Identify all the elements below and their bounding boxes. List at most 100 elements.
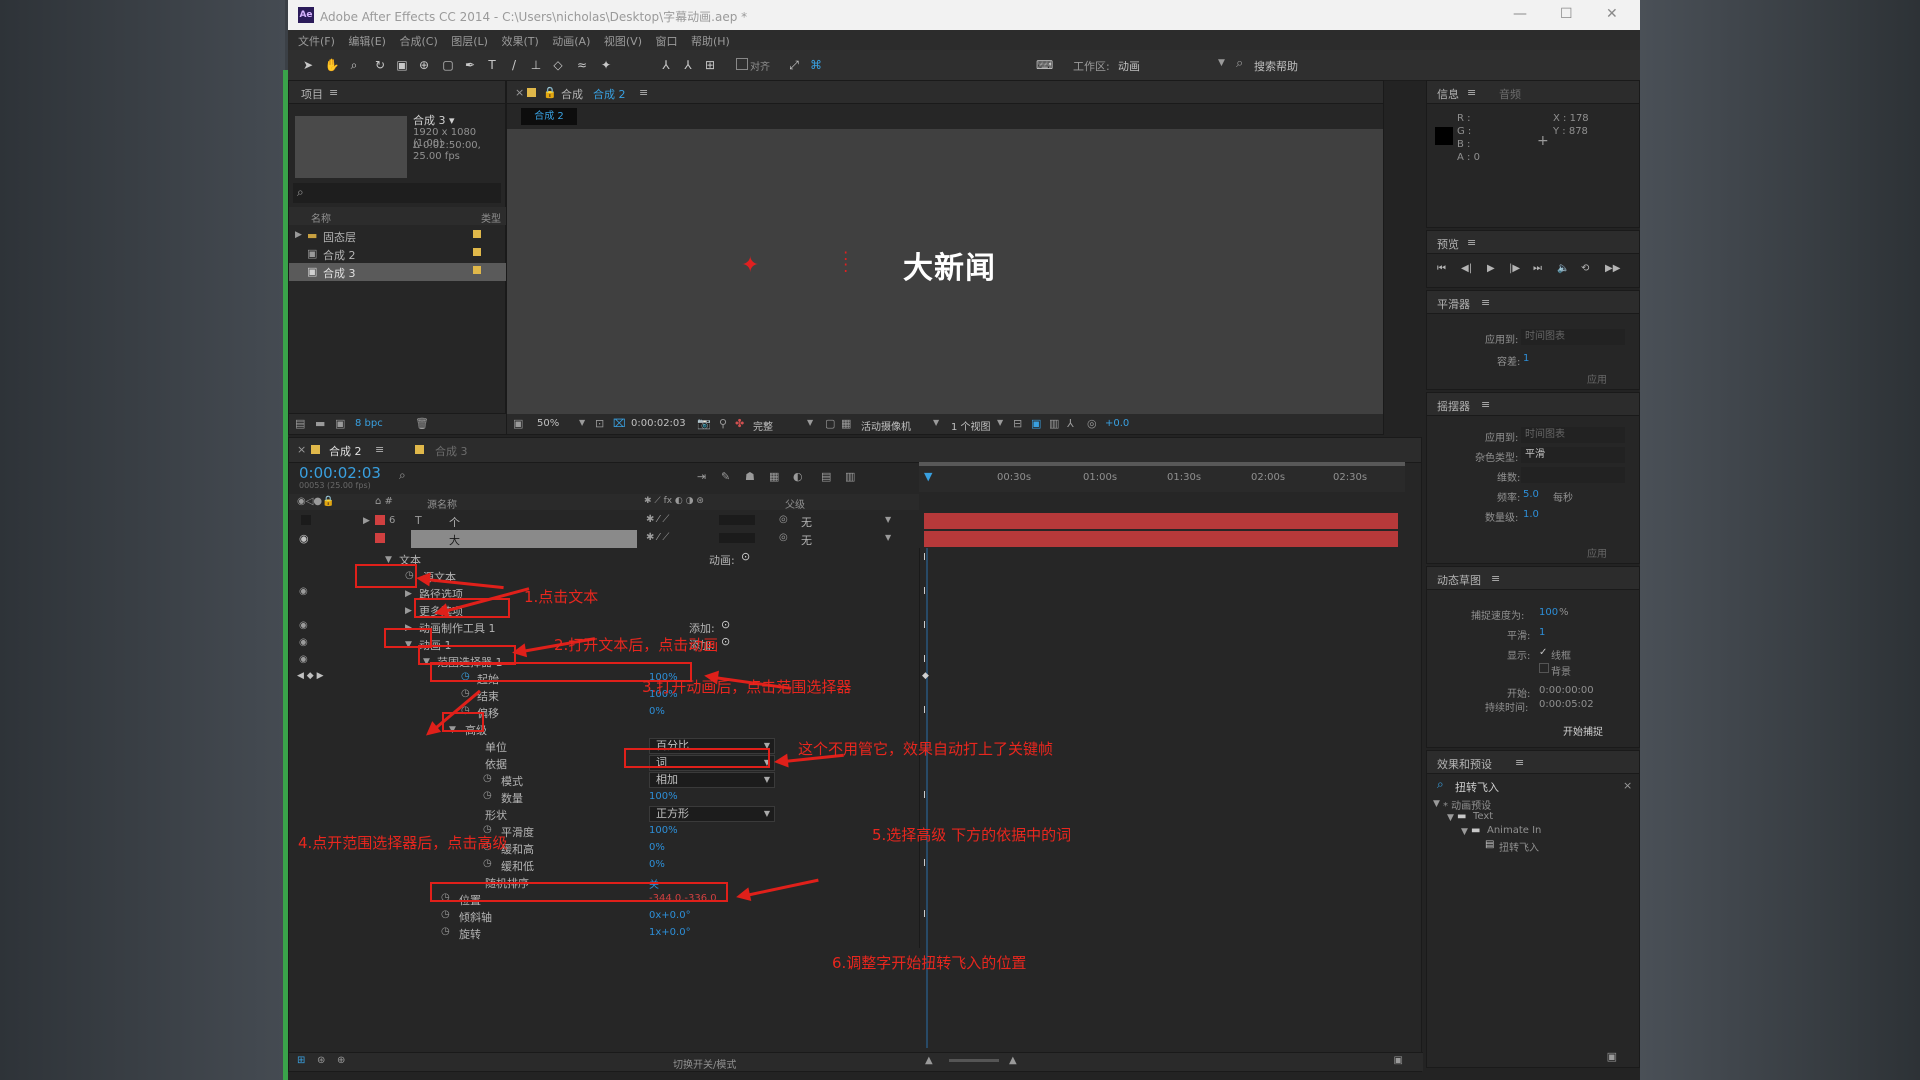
smoother-apply-select[interactable]: 时间图表 (1521, 329, 1625, 345)
column-type[interactable]: 类型 (481, 210, 501, 225)
eye-icon[interactable]: ◉ (299, 620, 308, 631)
stopwatch-icon[interactable]: ◷ (483, 858, 492, 869)
viewer-canvas[interactable]: ✦ :: 大新闻 (507, 129, 1383, 414)
toggle-switches-modes[interactable]: 切换开关/模式 (673, 1056, 736, 1071)
comp-mini-flowchart-icon[interactable]: ⇥ (697, 470, 706, 483)
pixel-aspect-icon[interactable]: ⊟ (1013, 417, 1022, 430)
chevron-down-icon[interactable]: ▼ (885, 533, 891, 542)
menu-animation[interactable]: 动画(A) (552, 33, 590, 49)
zoom-dropdown[interactable]: 50% (537, 418, 559, 429)
eraser-tool-icon[interactable]: ◇ (550, 58, 566, 72)
smoothness-value[interactable]: 100% (649, 825, 678, 836)
chevron-down-icon[interactable]: ▼ (997, 418, 1003, 427)
expand-icon[interactable]: ▶ (405, 606, 412, 616)
prop-rotation[interactable]: 旋转 (459, 926, 481, 942)
background-checkbox[interactable] (1539, 663, 1549, 673)
audio-tab[interactable]: 音频 (1499, 86, 1521, 102)
parent-select[interactable]: 无 (801, 514, 812, 530)
menu-layer[interactable]: 图层(L) (451, 33, 488, 49)
wireframe-checkbox[interactable]: ✓ (1539, 647, 1547, 658)
menu-help[interactable]: 帮助(H) (691, 33, 730, 49)
mode-cells[interactable] (719, 533, 755, 543)
preset-folder-animate-in[interactable]: Animate In (1487, 825, 1541, 836)
project-item[interactable]: ▣ 合成 2 (289, 245, 507, 263)
brush-tool-icon[interactable]: / (506, 58, 522, 72)
first-frame-icon[interactable]: ⏮ (1437, 263, 1446, 274)
draft3d-icon[interactable]: ✎ (721, 470, 730, 483)
current-time[interactable]: 0:00:02:03 (299, 464, 381, 482)
pen-tool-icon[interactable]: ✒ (462, 58, 478, 72)
timeline-tab-comp2[interactable]: 合成 2 (329, 443, 362, 459)
expand-icon[interactable]: ▶ (405, 589, 412, 599)
smoother-apply-button[interactable]: 应用 (1587, 371, 1607, 386)
panel-menu-icon[interactable]: ≡ (1491, 572, 1500, 585)
layer-switches[interactable]: ✱ ⁄ ⟋ (646, 514, 669, 525)
clear-search-icon[interactable]: × (1623, 779, 1632, 792)
timeline-tab-comp3[interactable]: 合成 3 (435, 443, 468, 459)
prop-units[interactable]: 单位 (485, 739, 507, 755)
resolution-dropdown[interactable]: 完整 (753, 418, 773, 433)
parent-pick-whip-icon[interactable]: ◎ (779, 514, 788, 525)
menu-composition[interactable]: 合成(C) (399, 33, 437, 49)
snap-edge-icon[interactable]: ⤢ (786, 58, 802, 72)
panel-menu-icon[interactable]: ≡ (1467, 86, 1476, 99)
parent-select[interactable]: 无 (801, 532, 812, 548)
workspace-dropdown-icon[interactable]: ▼ (1218, 58, 1225, 68)
panel-menu-icon[interactable]: ≡ (1515, 756, 1524, 769)
wiggler-mag-value[interactable]: 1.0 (1523, 509, 1539, 520)
preset-root[interactable]: * 动画预设 (1443, 797, 1491, 812)
maximize-icon[interactable]: ☐ (1560, 6, 1573, 22)
layer-duration-bar[interactable] (924, 531, 1398, 547)
motion-sketch-tab[interactable]: 动态草图 (1437, 572, 1481, 588)
timeline-trash-icon[interactable]: ▣ (1394, 1055, 1403, 1066)
close-icon[interactable]: ✕ (1606, 6, 1618, 22)
view-layout-dropdown[interactable]: 1 个视图 (951, 418, 991, 433)
panel-menu-icon[interactable]: ≡ (1481, 296, 1490, 309)
ease-high-value[interactable]: 0% (649, 842, 665, 853)
zoom-in-icon[interactable]: ▲ (1009, 1055, 1017, 1066)
effects-search-input[interactable]: 扭转飞入 (1455, 779, 1499, 795)
offset-value[interactable]: 0% (649, 706, 665, 717)
smoother-tab[interactable]: 平滑器 (1437, 296, 1470, 312)
info-tab[interactable]: 信息 (1437, 86, 1459, 102)
eye-icon[interactable]: ◉ (299, 654, 308, 665)
search-help-input[interactable]: 搜索帮助 (1254, 58, 1298, 74)
chevron-down-icon[interactable]: ▼ (933, 418, 939, 427)
prev-frame-icon[interactable]: ◀| (1461, 263, 1472, 274)
layer-row[interactable]: ▶ 6 T 个 ✱ ⁄ ⟋ ◎ 无 ▼ (289, 512, 1405, 530)
show-snapshot-icon[interactable]: ⚲ (719, 417, 727, 430)
shape-select[interactable]: 正方形 (649, 806, 775, 822)
project-search-input[interactable]: ⌕ (293, 183, 501, 203)
current-time-indicator[interactable] (926, 548, 928, 1048)
mode-cells[interactable] (719, 515, 755, 525)
preset-item[interactable]: 扭转飞入 (1499, 839, 1539, 854)
parent-pick-whip-icon[interactable]: ◎ (779, 532, 788, 543)
workspace-select[interactable]: 动画 (1118, 58, 1140, 74)
menu-effect[interactable]: 效果(T) (501, 33, 538, 49)
in-out-icon[interactable]: ⊕ (337, 1055, 345, 1066)
delete-icon[interactable]: 🗑 (415, 417, 429, 430)
panel-menu-icon[interactable]: ≡ (639, 86, 648, 99)
rotation-value[interactable]: 1x+0.0° (649, 927, 691, 938)
expand-icon[interactable]: ▶ (363, 516, 370, 526)
shy-icon[interactable]: ☗ (745, 470, 755, 483)
capture-speed-value[interactable]: 100 (1539, 607, 1558, 618)
transparency-grid-icon[interactable]: ▦ (841, 417, 851, 430)
puppet-tool-icon[interactable]: ✦ (598, 58, 614, 72)
effects-tab[interactable]: 效果和预设 (1437, 756, 1492, 772)
wiggler-tab[interactable]: 摇摆器 (1437, 398, 1470, 414)
zoom-slider[interactable] (949, 1059, 999, 1062)
smoother-tolerance-value[interactable]: 1 (1523, 353, 1529, 364)
project-item[interactable]: ▶ ▬ 固态层 (289, 227, 507, 245)
menu-edit[interactable]: 编辑(E) (348, 33, 386, 49)
layer-switches-toggle-icon[interactable]: ⊞ (297, 1055, 305, 1066)
layer-row-selected[interactable]: ◉ 大 ✱ ⁄ ⟋ ◎ 无 ▼ (289, 530, 1405, 548)
ease-low-value[interactable]: 0% (649, 859, 665, 870)
viewer-comp-dropdown[interactable]: 合成 2 (593, 86, 626, 102)
label-color[interactable] (473, 266, 481, 274)
stopwatch-icon[interactable]: ◷ (483, 773, 492, 784)
axis-world-icon[interactable]: ⅄ (680, 58, 696, 72)
menu-view[interactable]: 视图(V) (604, 33, 642, 49)
animate-menu-icon[interactable]: ⊙ (741, 550, 750, 563)
exposure-value[interactable]: +0.0 (1105, 418, 1129, 429)
